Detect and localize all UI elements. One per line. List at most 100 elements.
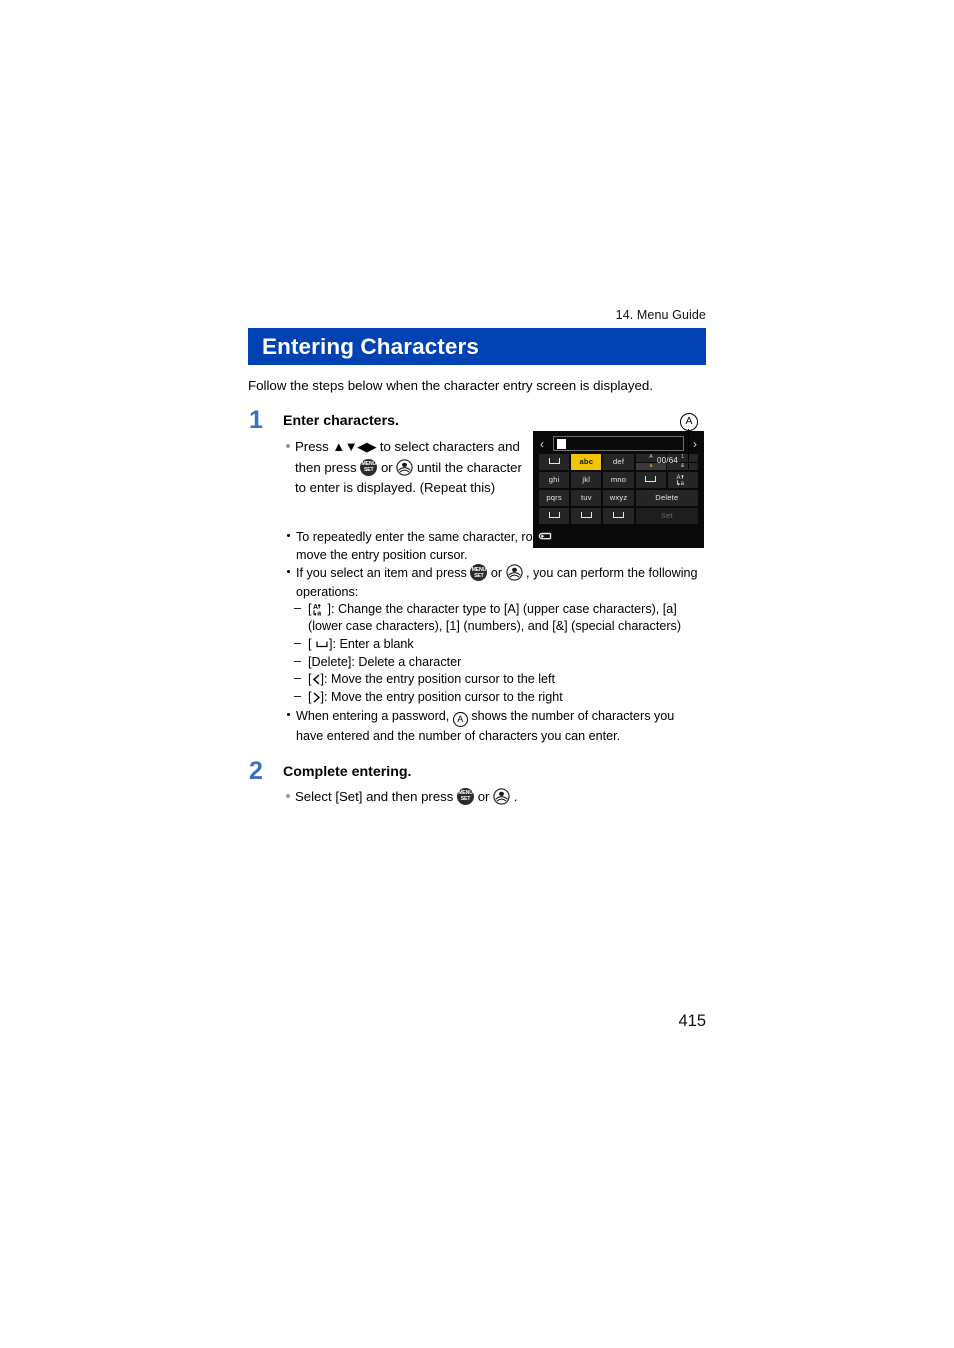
- key-tuv[interactable]: tuv: [571, 490, 602, 506]
- bullet-dot: [286, 794, 290, 798]
- sub-4-text: Move the entry position cursor to the le…: [331, 672, 556, 687]
- key-ghi[interactable]: ghi: [539, 472, 570, 488]
- joystick-icon: [493, 788, 510, 805]
- blank-space-icon: [548, 512, 560, 518]
- blank-space-icon: [645, 476, 657, 482]
- sub-1-suffix: ]:: [327, 601, 335, 616]
- running-header: 14. Menu Guide: [615, 308, 706, 322]
- character-type-icon: A a: [676, 474, 685, 486]
- step-2-bullet-text: Select [Set] and then press MENU SET or .: [286, 787, 616, 807]
- dash-marker: –: [294, 653, 302, 668]
- blank-space-icon: [580, 512, 592, 518]
- sub-2-prefix: [: [308, 637, 312, 651]
- dash-marker: –: [294, 688, 302, 703]
- character-counter: 00/64: [657, 456, 679, 465]
- key-set[interactable]: Set: [635, 508, 698, 524]
- svg-text:a: a: [681, 481, 685, 486]
- key-character-type[interactable]: A a: [667, 472, 699, 488]
- right-angle-bracket-icon: [312, 691, 321, 703]
- joystick-icon: [396, 458, 413, 476]
- dash-marker: –: [294, 600, 302, 615]
- step-2-title: Complete entering.: [283, 764, 412, 780]
- left-angle-bracket-icon: [312, 673, 321, 685]
- key-blank-2[interactable]: [571, 508, 602, 524]
- entry-cursor-left-icon[interactable]: ‹: [540, 436, 544, 452]
- return-arrow-icon[interactable]: [538, 531, 553, 544]
- sub-5-suffix: ]:: [320, 689, 328, 704]
- note-2-text-before: If you select an item and press: [296, 566, 467, 581]
- keypad-row: ghi jkl mno A a: [539, 472, 699, 488]
- bullet-dot: [287, 534, 290, 537]
- entry-cursor-right-icon[interactable]: ›: [693, 436, 697, 452]
- key-mno[interactable]: mno: [603, 472, 634, 488]
- sub-3-prefix: [Delete]:: [308, 654, 355, 669]
- step-2-bullet: Select [Set] and then press MENU SET or .: [286, 787, 616, 807]
- callout-marker-a: A: [680, 413, 698, 431]
- sub-4-suffix: ]:: [320, 672, 328, 687]
- sub-item-cursor-right: –[ ]: Move the entry position cursor to …: [286, 689, 698, 707]
- callout-leader-line: [687, 429, 689, 469]
- sub-2-suffix: ]:: [329, 637, 336, 651]
- dash-marker: –: [294, 671, 302, 686]
- step1-text-part1: Press: [295, 439, 329, 454]
- joystick-icon: [505, 564, 523, 582]
- sub-3-text: Delete a character: [358, 654, 462, 669]
- circled-a-icon: A: [452, 712, 468, 728]
- step2-or: or: [477, 789, 490, 804]
- sub-2-text: Enter a blank: [339, 637, 414, 651]
- blank-space-icon: [613, 512, 625, 518]
- sub-item-delete: – [Delete]: Delete a character: [286, 654, 698, 672]
- page-title: Entering Characters: [262, 334, 479, 359]
- direction-arrows-icon: ▲▼◀▶: [332, 439, 377, 454]
- step-1-number: 1: [249, 406, 263, 434]
- bullet-dot: [287, 713, 290, 717]
- step2-text-part1: Select [Set] and then press: [295, 789, 454, 804]
- intro-paragraph: Follow the steps below when the characte…: [248, 378, 654, 393]
- entry-position-cursor: [557, 439, 566, 449]
- step-1-notes: To repeatedly enter the same character, …: [286, 528, 698, 746]
- menu-set-button-icon: MENU SET: [360, 458, 378, 476]
- sub-item-cursor-left: –[ ]: Move the entry position cursor to …: [286, 671, 698, 689]
- text-entry-bar: ‹ ›: [539, 436, 698, 452]
- page-number: 415: [678, 1012, 706, 1030]
- key-delete[interactable]: Delete: [635, 490, 698, 506]
- key-def[interactable]: def: [603, 454, 634, 470]
- menu-set-button-icon: MENU SET: [457, 788, 475, 805]
- menu-set-button-icon: MENU SET: [470, 564, 488, 582]
- document-page: 14. Menu Guide Entering Characters Follo…: [0, 0, 954, 1348]
- section-title-banner: Entering Characters: [248, 328, 706, 363]
- text-entry-field[interactable]: [553, 436, 684, 451]
- keypad-row: pqrs tuv wxyz Delete: [539, 490, 698, 506]
- sub-5-text: Move the entry position cursor to the ri…: [331, 689, 563, 704]
- key-jkl[interactable]: jkl: [571, 472, 602, 488]
- blank-space-icon: [548, 458, 560, 464]
- step1-or-1: or: [380, 459, 393, 475]
- keypad-row: Set: [539, 508, 698, 524]
- note-item: When entering a password, A shows the nu…: [286, 707, 698, 745]
- bullet-dot: [287, 570, 290, 574]
- key-blank-1[interactable]: [539, 508, 570, 524]
- svg-text:a: a: [317, 610, 321, 616]
- key-pqrs[interactable]: pqrs: [539, 490, 570, 506]
- character-type-icon: A a: [312, 602, 328, 617]
- step-1-title: Enter characters.: [283, 413, 399, 429]
- key-wxyz[interactable]: wxyz: [603, 490, 634, 506]
- operations-sub-list: –[ A a ]: Change the character type to […: [286, 601, 698, 707]
- sub-item-blank: –[ ]: Enter a blank: [286, 636, 698, 654]
- title-banner-rule: [248, 363, 706, 365]
- blank-space-icon: [315, 639, 329, 649]
- sub-1-text: Change the character type to [A] (upper …: [308, 601, 682, 634]
- sub-item-character-type: –[ A a ]: Change the character type to […: [286, 601, 698, 636]
- step2-text-end: .: [513, 789, 518, 804]
- dash-marker: –: [294, 636, 302, 650]
- note-2-or: or: [490, 566, 503, 581]
- bullet-dot: [286, 444, 290, 448]
- key-blank-3[interactable]: [603, 508, 634, 524]
- key-blank-space[interactable]: [635, 472, 666, 488]
- camera-screen: ‹ › abc def A 1 a & ghi jkl mno A a pqrs…: [533, 431, 704, 548]
- note-1-text-before: To repeatedly enter the same character, …: [296, 530, 554, 544]
- step-1-bullet-text: Press ▲▼◀▶ to select characters and then…: [286, 437, 531, 499]
- key-abc[interactable]: abc: [571, 454, 602, 470]
- key-blank[interactable]: [539, 454, 570, 470]
- note-item: If you select an item and press MENU SET …: [286, 564, 698, 600]
